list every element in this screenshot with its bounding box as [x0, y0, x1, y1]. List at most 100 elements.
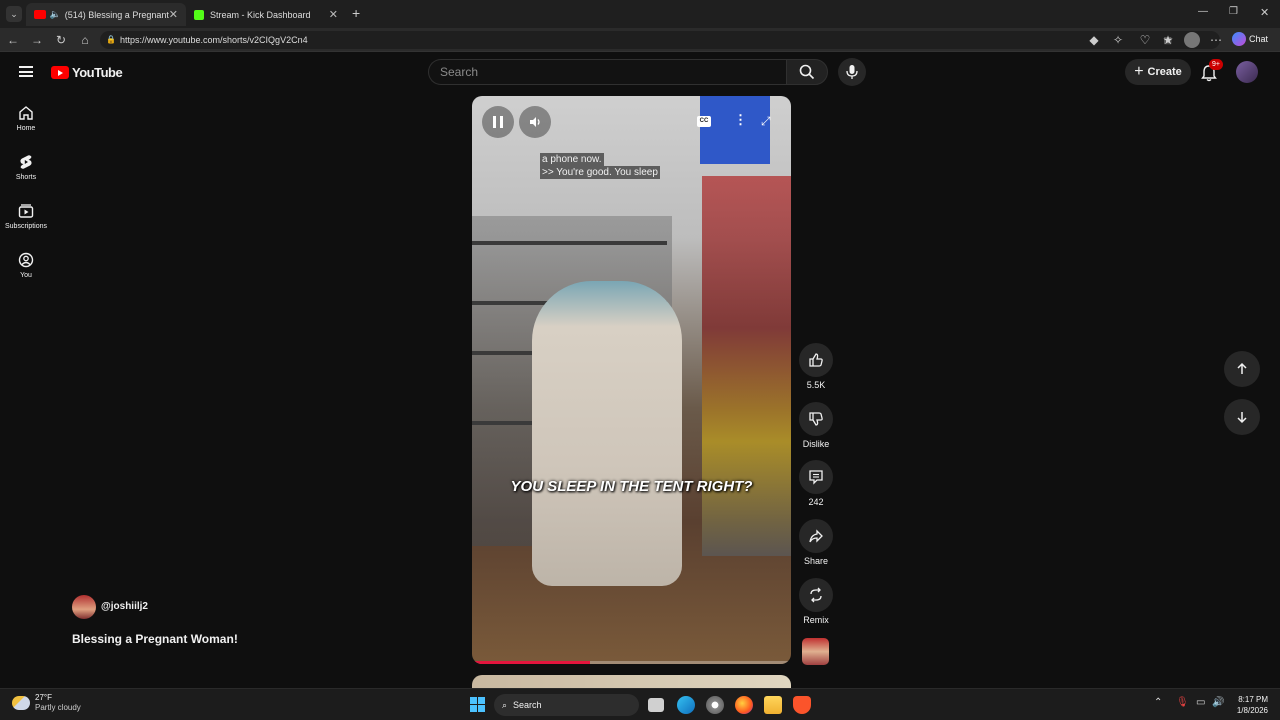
more-options-icon[interactable]: ⋮: [734, 112, 747, 128]
search-button[interactable]: [786, 59, 828, 85]
shorts-icon: [20, 154, 32, 169]
cc-label: CC: [699, 118, 709, 124]
speaker-icon[interactable]: 🔈: [50, 9, 61, 20]
tab-youtube[interactable]: 🔈 (514) Blessing a Pregnant Wo ✕: [26, 3, 186, 26]
short-video-player[interactable]: a phone now. >> You're good. You sleep Y…: [472, 96, 791, 664]
like-action[interactable]: 5.5K: [797, 343, 835, 390]
like-button[interactable]: [799, 343, 833, 377]
youtube-header: YouTube + Create 9+: [0, 52, 1280, 92]
next-short-preview[interactable]: [472, 675, 791, 688]
more-menu-icon[interactable]: ⋯: [1208, 32, 1224, 48]
share-action[interactable]: Share: [797, 519, 835, 566]
close-window-button[interactable]: ✕: [1260, 6, 1269, 19]
share-button[interactable]: [799, 519, 833, 553]
dislike-action[interactable]: Dislike: [797, 402, 835, 449]
pause-button[interactable]: [482, 106, 514, 138]
firefox-icon[interactable]: [735, 696, 753, 714]
search-input[interactable]: [428, 59, 786, 85]
file-explorer-icon[interactable]: [764, 696, 782, 714]
address-bar[interactable]: 🔒 https://www.youtube.com/shorts/v2CIQgV…: [100, 31, 1220, 49]
profile-avatar-icon[interactable]: [1184, 32, 1200, 48]
sound-source-thumbnail[interactable]: [802, 638, 829, 665]
like-count: 5.5K: [806, 380, 826, 390]
captions-button[interactable]: CC: [697, 116, 711, 127]
clock[interactable]: 8:17 PM 1/8/2026: [1228, 694, 1268, 716]
comment-count: 242: [808, 497, 824, 507]
copilot-chat-button[interactable]: Chat: [1232, 32, 1268, 46]
blue-bin: [700, 96, 770, 164]
extension-icon[interactable]: ◆: [1086, 32, 1102, 48]
url-text: https://www.youtube.com/shorts/v2CIQgV2C…: [120, 35, 308, 45]
clock-date: 1/8/2026: [1236, 706, 1268, 715]
remix-label: Remix: [803, 615, 829, 625]
sidebar-item-home[interactable]: Home: [2, 96, 50, 140]
share-label: Share: [803, 556, 829, 566]
windows-taskbar: 27°F Partly cloudy ⌕ Search ⌃ 🎙 ▭ 🔊 8:17…: [0, 688, 1280, 720]
remix-button[interactable]: [799, 578, 833, 612]
restore-button[interactable]: ❐: [1229, 6, 1238, 17]
comment-icon: [809, 470, 823, 485]
show-hidden-icons[interactable]: ⌃: [1154, 697, 1162, 708]
progress-fill: [472, 661, 591, 664]
new-tab-button[interactable]: +: [352, 5, 360, 21]
clock-time: 8:17 PM: [1238, 695, 1268, 704]
chrome-like-icon[interactable]: [706, 696, 724, 714]
dislike-button[interactable]: [799, 402, 833, 436]
notifications-button[interactable]: 9+: [1199, 59, 1223, 82]
taskbar-search-label: Search: [513, 700, 542, 710]
lock-icon: 🔒: [106, 35, 116, 44]
edge-browser-icon[interactable]: [677, 696, 695, 714]
channel-handle[interactable]: @joshiilj2: [101, 601, 148, 612]
sidebar-item-shorts[interactable]: Shorts: [2, 145, 50, 189]
sidebar-item-you[interactable]: You: [2, 243, 50, 287]
youtube-logo[interactable]: YouTube: [51, 65, 123, 80]
account-avatar[interactable]: [1236, 61, 1258, 83]
voice-search-button[interactable]: [838, 58, 866, 86]
volume-icon[interactable]: 🔊: [1212, 697, 1224, 708]
closed-captions: a phone now. >> You're good. You sleep: [540, 153, 660, 179]
subscriptions-icon: [18, 203, 34, 218]
create-button[interactable]: + Create: [1125, 59, 1191, 85]
fullscreen-icon[interactable]: ⤢: [761, 114, 771, 129]
short-title: Blessing a Pregnant Woman!: [72, 632, 238, 646]
previous-short-button[interactable]: [1224, 351, 1260, 387]
next-short-button[interactable]: [1224, 399, 1260, 435]
start-button[interactable]: [470, 697, 485, 712]
back-button[interactable]: ←: [5, 32, 21, 48]
arrow-up-icon: [1237, 362, 1247, 374]
sidebar-item-label: You: [20, 271, 32, 279]
arrow-down-icon: [1237, 412, 1247, 424]
pause-icon: [493, 116, 503, 128]
forward-button[interactable]: →: [29, 32, 45, 48]
close-tab-icon[interactable]: ✕: [169, 8, 178, 21]
channel-avatar[interactable]: [72, 595, 96, 619]
comments-action[interactable]: 242: [797, 460, 835, 507]
minimize-button[interactable]: —: [1198, 6, 1208, 17]
create-label: Create: [1147, 66, 1182, 78]
progress-track[interactable]: [472, 661, 791, 664]
close-tab-icon[interactable]: ✕: [329, 8, 338, 21]
task-view-icon[interactable]: [648, 698, 664, 712]
caption-line: >> You're good. You sleep: [540, 166, 660, 179]
home-button[interactable]: ⌂: [77, 32, 93, 48]
tab-list-button[interactable]: ⌄: [6, 6, 22, 22]
comments-button[interactable]: [799, 460, 833, 494]
tab-label: Stream - Kick Dashboard: [210, 9, 311, 20]
extensions-puzzle-icon[interactable]: ✧: [1110, 32, 1126, 48]
browser-essentials-icon[interactable]: ♡: [1137, 32, 1153, 48]
sidebar-item-subscriptions[interactable]: Subscriptions: [2, 194, 50, 238]
speaker-icon: [530, 117, 540, 127]
tab-kick[interactable]: Stream - Kick Dashboard ✕: [186, 3, 346, 26]
weather-widget[interactable]: 27°F Partly cloudy: [12, 693, 81, 713]
favorites-icon[interactable]: ★: [1160, 32, 1176, 48]
brave-browser-icon[interactable]: [793, 696, 811, 714]
display-icon[interactable]: ▭: [1196, 697, 1205, 708]
volume-button[interactable]: [519, 106, 551, 138]
remix-action[interactable]: Remix: [797, 578, 835, 625]
tab-label: (514) Blessing a Pregnant Wo: [64, 9, 169, 20]
microphone-in-use-icon[interactable]: 🎙: [1176, 697, 1189, 708]
refresh-button[interactable]: ↻: [53, 32, 69, 48]
taskbar-search-box[interactable]: ⌕ Search: [494, 694, 639, 716]
hamburger-menu-icon[interactable]: [19, 66, 33, 77]
dislike-label: Dislike: [802, 439, 830, 449]
